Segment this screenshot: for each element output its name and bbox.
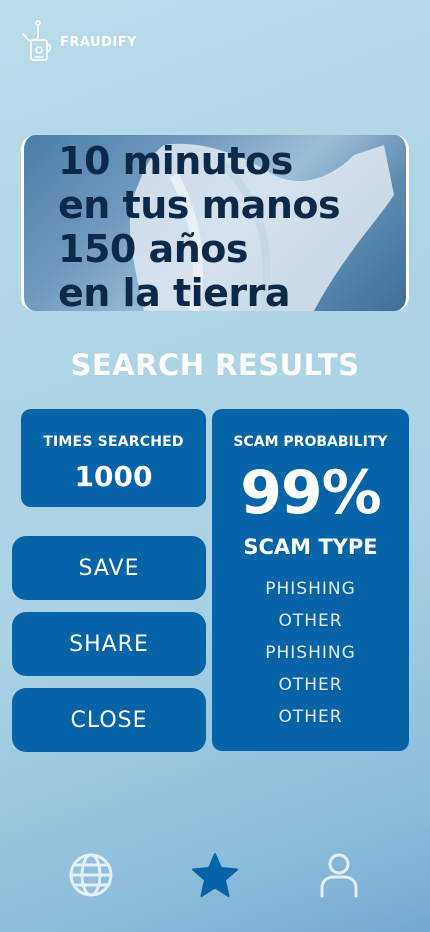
- scam-type-item: OTHER: [278, 707, 343, 727]
- user-icon: [320, 853, 358, 898]
- hook-logo-icon: [22, 20, 52, 61]
- times-searched-label: TIMES SEARCHED: [43, 434, 184, 450]
- scam-type-label: SCAM TYPE: [243, 535, 378, 559]
- times-searched-card: TIMES SEARCHED 1000: [21, 409, 206, 507]
- scam-probability-label: SCAM PROBABILITY: [233, 434, 388, 450]
- times-searched-value: 1000: [74, 460, 153, 493]
- app-name: FRAUDIFY: [60, 34, 138, 50]
- scam-type-item: OTHER: [278, 675, 343, 695]
- scam-type-item: OTHER: [278, 611, 343, 631]
- nav-item-globe[interactable]: [66, 850, 116, 900]
- scam-type-item: PHISHING: [265, 643, 356, 663]
- banner-line: en la tierra: [58, 271, 291, 311]
- scam-probability-value: 99%: [240, 458, 382, 528]
- page-title: SEARCH RESULTS: [70, 348, 360, 382]
- banner-line: 10 minutos: [58, 139, 293, 183]
- share-button[interactable]: SHARE: [12, 612, 206, 676]
- bottom-nav: [0, 850, 430, 900]
- app-header: FRAUDIFY: [20, 20, 137, 64]
- close-button[interactable]: CLOSE: [12, 688, 206, 752]
- nav-item-favorites[interactable]: [190, 850, 240, 900]
- globe-icon: [69, 853, 113, 897]
- scam-probability-card: SCAM PROBABILITY 99% SCAM TYPE PHISHING …: [212, 409, 409, 751]
- campaign-banner: 10 minutos en tus manos 150 años en la t…: [21, 135, 409, 311]
- scam-type-item: PHISHING: [265, 579, 356, 599]
- banner-line: 150 años: [58, 227, 248, 271]
- star-icon: [192, 853, 238, 897]
- save-button[interactable]: SAVE: [12, 536, 206, 600]
- nav-item-profile[interactable]: [314, 850, 364, 900]
- banner-line: en tus manos: [58, 183, 341, 227]
- scam-type-list: PHISHING OTHER PHISHING OTHER OTHER: [212, 573, 409, 733]
- banner-text: 10 minutos en tus manos 150 años en la t…: [58, 139, 341, 311]
